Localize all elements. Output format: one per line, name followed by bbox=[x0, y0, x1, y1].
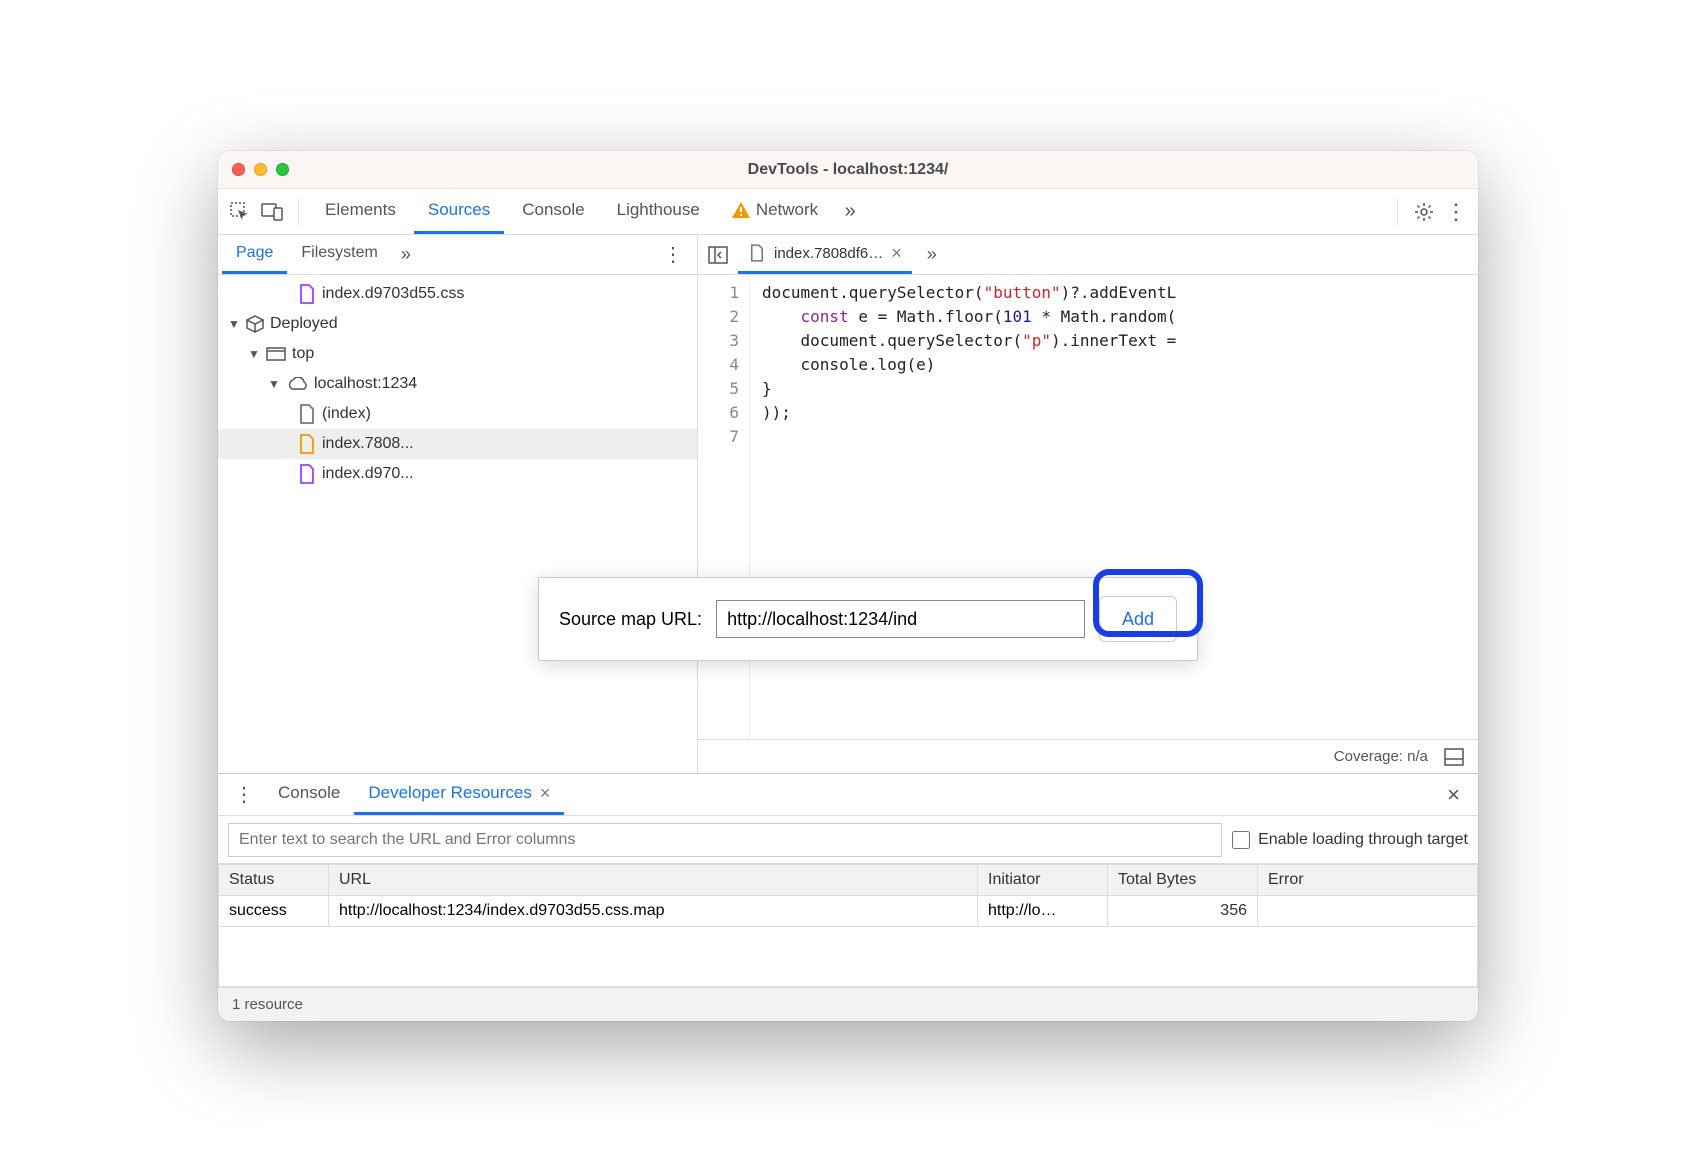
tab-network[interactable]: Network bbox=[718, 189, 832, 234]
code-content: document.querySelector("button")?.addEve… bbox=[750, 275, 1186, 739]
tree-item-origin[interactable]: ▼ localhost:1234 bbox=[218, 369, 697, 399]
cell-error bbox=[1258, 896, 1478, 927]
close-drawer-icon[interactable]: × bbox=[1435, 782, 1472, 808]
col-url[interactable]: URL bbox=[329, 865, 978, 896]
window-icon bbox=[266, 347, 286, 361]
enable-loading-checkbox-input[interactable] bbox=[1232, 831, 1250, 849]
sources-subtabs: Page Filesystem » ⋮ bbox=[218, 235, 697, 275]
col-status[interactable]: Status bbox=[219, 865, 329, 896]
caret-down-icon: ▼ bbox=[228, 317, 240, 331]
enable-loading-label: Enable loading through target bbox=[1258, 831, 1468, 849]
coverage-label: Coverage: n/a bbox=[1334, 748, 1428, 765]
collapse-drawer-icon[interactable] bbox=[1440, 743, 1468, 771]
drawer-tab-console[interactable]: Console bbox=[264, 774, 354, 815]
cell-url: http://localhost:1234/index.d9703d55.css… bbox=[329, 896, 978, 927]
line-gutter: 1234567 bbox=[698, 275, 750, 739]
cell-bytes: 356 bbox=[1108, 896, 1258, 927]
devtools-toolbar: Elements Sources Console Lighthouse Netw… bbox=[218, 189, 1478, 235]
col-initiator[interactable]: Initiator bbox=[978, 865, 1108, 896]
cube-icon bbox=[246, 315, 264, 333]
caret-down-icon: ▼ bbox=[268, 377, 280, 391]
col-error[interactable]: Error bbox=[1258, 865, 1478, 896]
editor-tabs: index.7808df6… × » bbox=[698, 235, 1478, 275]
resources-footer: 1 resource bbox=[218, 987, 1478, 1021]
tab-network-label: Network bbox=[756, 200, 818, 220]
more-tabs-icon[interactable]: » bbox=[836, 198, 864, 226]
code-editor[interactable]: 1234567 document.querySelector("button")… bbox=[698, 275, 1478, 739]
tab-console[interactable]: Console bbox=[508, 189, 598, 234]
cloud-icon bbox=[286, 377, 308, 391]
file-tree: index.d9703d55.css ▼ Deployed ▼ top bbox=[218, 275, 697, 773]
tree-item-index[interactable]: (index) bbox=[218, 399, 697, 429]
window-title: DevTools - localhost:1234/ bbox=[218, 161, 1478, 179]
tab-elements[interactable]: Elements bbox=[311, 189, 410, 234]
tree-item-label: top bbox=[292, 345, 314, 363]
subtab-filesystem[interactable]: Filesystem bbox=[287, 235, 391, 274]
kebab-menu-icon[interactable]: ⋮ bbox=[1442, 198, 1470, 226]
popup-label: Source map URL: bbox=[559, 609, 702, 630]
tree-item-label: index.d970... bbox=[322, 465, 414, 483]
file-icon bbox=[298, 404, 316, 424]
add-button[interactable]: Add bbox=[1099, 596, 1177, 642]
file-icon bbox=[298, 434, 316, 454]
editor-statusbar: Coverage: n/a bbox=[698, 739, 1478, 773]
tree-item-label: index.d9703d55.css bbox=[322, 285, 464, 303]
tree-item-css2[interactable]: index.d970... bbox=[218, 459, 697, 489]
editor-tab-label: index.7808df6… bbox=[774, 245, 883, 262]
settings-icon[interactable] bbox=[1410, 198, 1438, 226]
file-icon bbox=[298, 284, 316, 304]
file-icon bbox=[748, 243, 766, 263]
toggle-navigator-icon[interactable] bbox=[704, 241, 732, 269]
close-drawer-tab-icon[interactable]: × bbox=[540, 783, 551, 804]
editor-tab-active[interactable]: index.7808df6… × bbox=[738, 235, 912, 274]
file-icon bbox=[298, 464, 316, 484]
tab-lighthouse[interactable]: Lighthouse bbox=[603, 189, 714, 234]
titlebar: DevTools - localhost:1234/ bbox=[218, 151, 1478, 189]
device-toggle-icon[interactable] bbox=[258, 198, 286, 226]
table-row[interactable]: success http://localhost:1234/index.d970… bbox=[219, 896, 1478, 927]
enable-loading-checkbox[interactable]: Enable loading through target bbox=[1232, 831, 1468, 849]
tree-item-label: localhost:1234 bbox=[314, 375, 417, 393]
tree-item-label: index.7808... bbox=[322, 435, 414, 453]
tree-item-label: Deployed bbox=[270, 315, 338, 333]
cell-status: success bbox=[219, 896, 329, 927]
tree-item-js[interactable]: index.7808... bbox=[218, 429, 697, 459]
drawer-tab-devres[interactable]: Developer Resources × bbox=[354, 774, 564, 815]
resources-table: Status URL Initiator Total Bytes Error s… bbox=[218, 864, 1478, 987]
more-subtabs-icon[interactable]: » bbox=[392, 241, 420, 269]
tree-item-css[interactable]: index.d9703d55.css bbox=[218, 279, 697, 309]
tree-item-label: (index) bbox=[322, 405, 371, 423]
tree-item-deployed[interactable]: ▼ Deployed bbox=[218, 309, 697, 339]
subtab-page[interactable]: Page bbox=[222, 235, 287, 274]
tree-item-top[interactable]: ▼ top bbox=[218, 339, 697, 369]
drawer-kebab-icon[interactable]: ⋮ bbox=[224, 782, 264, 807]
tab-sources[interactable]: Sources bbox=[414, 189, 504, 234]
close-tab-icon[interactable]: × bbox=[891, 243, 902, 264]
drawer-tab-label: Developer Resources bbox=[368, 783, 531, 803]
drawer: ⋮ Console Developer Resources × × Enable… bbox=[218, 773, 1478, 1021]
col-bytes[interactable]: Total Bytes bbox=[1108, 865, 1258, 896]
resources-search-input[interactable] bbox=[228, 823, 1222, 857]
source-map-popup: Source map URL: Add bbox=[538, 577, 1198, 661]
more-file-tabs-icon[interactable]: » bbox=[918, 241, 946, 269]
inspect-icon[interactable] bbox=[226, 198, 254, 226]
subtabs-kebab-icon[interactable]: ⋮ bbox=[653, 242, 693, 267]
caret-down-icon: ▼ bbox=[248, 347, 260, 361]
cell-initiator: http://lo… bbox=[978, 896, 1108, 927]
warning-icon bbox=[732, 202, 750, 218]
source-map-url-input[interactable] bbox=[716, 600, 1085, 638]
